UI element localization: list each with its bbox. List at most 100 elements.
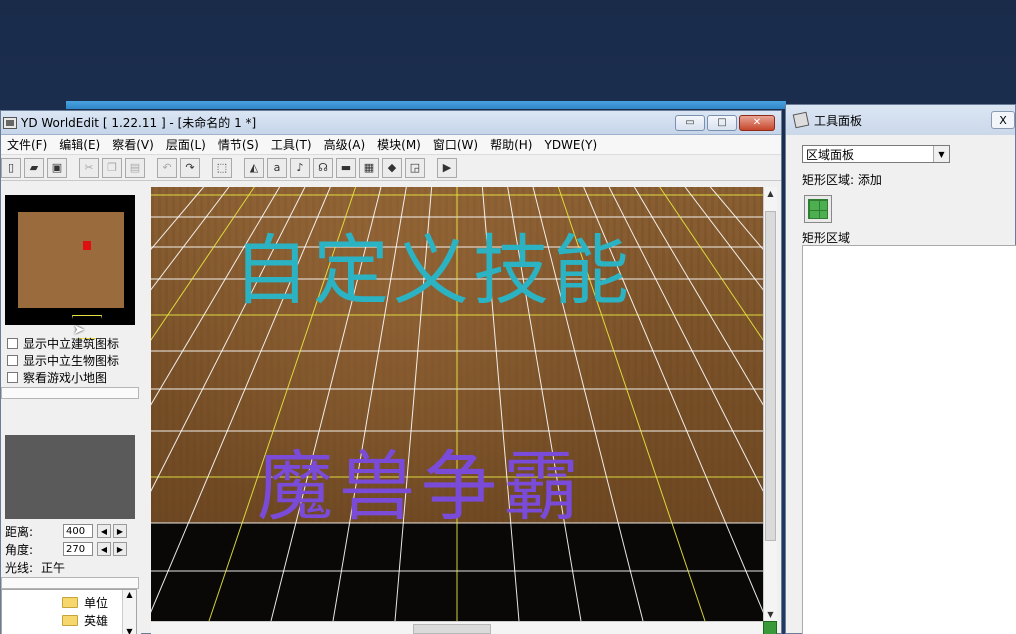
menu-help[interactable]: 帮助(H) [484,136,538,153]
light-row: 光线: 正午 [5,559,65,575]
checkbox-label: 显示中立生物图标 [23,353,120,368]
menu-scenario[interactable]: 情节(S) [212,136,265,153]
menu-window[interactable]: 窗口(W) [427,136,484,153]
tree-item-units[interactable]: 单位 [62,594,108,610]
rect-region-header: 矩形区域 [802,231,851,245]
undo-icon[interactable]: ↶ [157,157,177,178]
rect-region-list[interactable] [802,245,1016,634]
editor-window: YD WorldEdit [ 1.22.11 ] - [未命名的 1 *] ▭ … [0,110,782,634]
light-label: 光线: [5,560,34,575]
menu-advanced[interactable]: 高级(A) [318,136,372,153]
tool-panel-close-button[interactable]: X [991,111,1015,129]
increase-arrow-icon[interactable]: ▶ [113,524,127,538]
decrease-arrow-icon[interactable]: ◀ [97,542,111,556]
add-rect-region-button[interactable] [804,195,832,223]
tool-palette-icon [792,111,810,129]
left-panel: ➤ 显示中立建筑图标 显示中立生物图标 察看游戏小地图 距离: 400 ◀ ▶ … [1,183,141,634]
background-window-strip [66,101,786,109]
tool-panel-titlebar: 工具面板 X [786,105,1015,135]
tree-item-label: 英雄 [84,613,109,628]
show-neutral-creeps-check[interactable]: 显示中立生物图标 [7,352,119,368]
import-manager-icon[interactable]: ◲ [405,157,425,178]
menu-module[interactable]: 模块(M) [371,136,427,153]
left-panel-scrollbar[interactable] [1,387,139,399]
campaign-editor-icon[interactable]: ▬ [336,157,356,178]
chevron-down-icon[interactable]: ▼ [933,146,949,162]
camera-preview [5,435,135,519]
palette-tree: 单位 英雄 ▲ ▼ [1,589,137,634]
checkbox-label: 显示中立建筑图标 [23,336,120,351]
menu-ydwe[interactable]: YDWE(Y) [538,138,603,152]
palette-select[interactable]: 区域面板 ▼ [802,145,950,163]
palette-select-value: 区域面板 [806,147,855,162]
decrease-arrow-icon[interactable]: ◀ [97,524,111,538]
folder-icon [62,596,78,608]
distance-input[interactable]: 400 [63,524,93,538]
scroll-up-icon[interactable]: ▲ [764,187,777,200]
tool-panel: 工具面板 X 区域面板 ▼ 矩形区域: 添加 矩形区域 [785,104,1016,634]
angle-input[interactable]: 270 [63,542,93,556]
copy-icon[interactable]: ❐ [102,157,122,178]
left-panel-scrollbar-2[interactable] [1,577,139,589]
overlay-subtitle: 魔兽争霸 [257,442,585,531]
light-value[interactable]: 正午 [41,559,65,576]
ai-editor-icon[interactable]: ☊ [313,157,333,178]
minimap-terrain [18,212,124,339]
minimize-button[interactable]: ▭ [675,114,705,131]
maximize-button[interactable]: □ [707,114,737,131]
grid-line-vertical [151,187,204,251]
minimap-unit-marker [83,241,91,250]
menu-file[interactable]: 文件(F) [1,136,53,153]
paste-icon[interactable]: ▤ [125,157,145,178]
checkbox[interactable] [7,337,18,349]
save-icon[interactable]: ▣ [47,157,67,178]
app-icon [3,116,17,129]
menu-layer[interactable]: 层面(L) [160,136,212,153]
scroll-thumb[interactable] [413,624,491,634]
menu-edit[interactable]: 编辑(E) [53,136,106,153]
test-map-icon[interactable]: ▶ [437,157,457,178]
select-icon[interactable]: ⬚ [212,157,232,178]
scroll-down-icon[interactable]: ▼ [764,608,777,621]
trigger-editor-icon[interactable]: ▦ [359,157,379,178]
object-editor-icon[interactable]: a [267,157,287,178]
increase-arrow-icon[interactable]: ▶ [113,542,127,556]
angle-label: 角度: [5,542,34,557]
grid-line-vertical [710,187,763,251]
open-folder-icon[interactable]: ▰ [24,157,44,178]
distance-row: 距离: 400 ◀ ▶ [5,523,127,539]
scroll-up-icon[interactable]: ▲ [126,590,132,599]
scroll-down-icon[interactable]: ▼ [126,627,132,634]
sound-editor-icon[interactable]: ♪ [290,157,310,178]
tree-item-heroes[interactable]: 英雄 [62,612,108,628]
minimap[interactable]: ➤ [5,195,135,339]
window-title: YD WorldEdit [ 1.22.11 ] - [未命名的 1 *] [21,116,257,130]
grid-line-vertical [633,187,763,406]
grid-line-vertical [151,187,230,291]
checkbox[interactable] [7,371,18,383]
cut-icon[interactable]: ✂ [79,157,99,178]
terrain-editor-icon[interactable]: ◭ [244,157,264,178]
checkbox[interactable] [7,354,18,366]
folder-icon [62,614,78,626]
map-viewport[interactable]: 自定义技能 魔兽争霸 [151,187,763,621]
show-neutral-buildings-check[interactable]: 显示中立建筑图标 [7,335,119,351]
checkbox-label: 察看游戏小地图 [23,370,108,385]
new-file-icon[interactable]: ▯ [1,157,21,178]
angle-row: 角度: 270 ◀ ▶ [5,541,127,557]
tree-item-label: 单位 [84,595,109,610]
viewport-horizontal-scrollbar[interactable] [151,621,763,634]
viewport-vertical-scrollbar[interactable]: ▲ ▼ [763,187,777,621]
object-manager-icon[interactable]: ◆ [382,157,402,178]
overlay-title: 自定义技能 [233,226,633,315]
close-button[interactable]: ✕ [739,114,775,131]
tool-panel-title: 工具面板 [814,113,863,128]
menu-view[interactable]: 察看(V) [106,136,160,153]
rect-region-add-label: 矩形区域: 添加 [802,173,882,187]
scroll-thumb[interactable] [765,211,776,541]
menu-tools[interactable]: 工具(T) [265,136,318,153]
view-game-minimap-check[interactable]: 察看游戏小地图 [7,369,107,385]
redo-icon[interactable]: ↷ [180,157,200,178]
tree-scrollbar[interactable]: ▲ ▼ [122,590,136,634]
status-corner-icon [763,621,777,634]
